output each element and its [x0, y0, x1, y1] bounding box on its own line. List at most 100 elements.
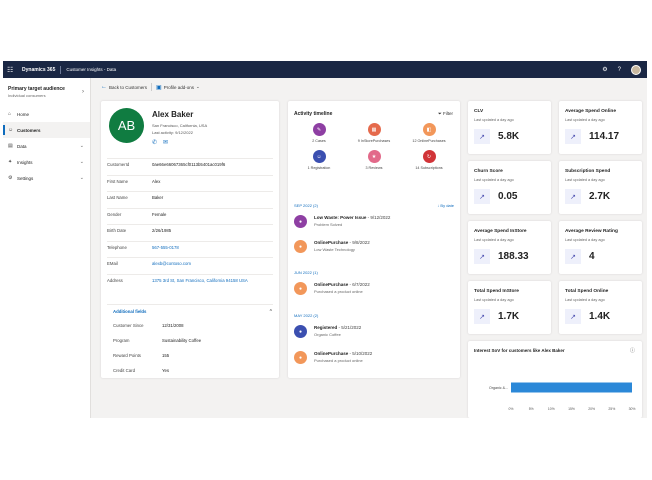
month-header[interactable]: MAY 2022 (2)	[294, 313, 454, 318]
customer-location: San Francisco, California, USA	[152, 123, 208, 128]
waffle-icon[interactable]: ☷	[7, 66, 19, 74]
activity-type-filter[interactable]: ↻ 14 Subscriptions	[402, 150, 456, 170]
activity-type-filter[interactable]: ★ 3 Reviews	[347, 150, 401, 170]
event-name: Low Waste: Power Issue	[314, 215, 367, 220]
kpi-card[interactable]: Average Spend Online Last updated a day a…	[559, 101, 642, 154]
sidebar-item-insights[interactable]: ✦ Insights ⌄	[3, 154, 90, 170]
activity-type-filter[interactable]: ✎ 2 Cases	[292, 123, 346, 143]
chart-title: Interest SoV for customers like Alex Bak…	[474, 348, 565, 353]
additional-field-row: Customer Since 12/31/2008	[107, 318, 273, 333]
field-value[interactable]: 567-555-0178	[152, 245, 273, 250]
activity-type-filter[interactable]: ◧ 12 OnlinePurchases	[402, 123, 456, 143]
activity-type-filter[interactable]: ☺ 1 Registration	[292, 150, 346, 170]
month-header[interactable]: JUN 2022 (1)	[294, 270, 454, 275]
sidebar-item-label: Home	[17, 111, 30, 117]
profile-addons-button[interactable]: ▣ Profile add-ons ⌄	[156, 84, 200, 91]
month-label: SEP 2022 (2)	[294, 203, 318, 208]
field-label: CustomerId	[107, 162, 130, 167]
timeline-title: Activity timeline	[294, 111, 333, 117]
additional-fields-toggle[interactable]: Additional fields ⌃	[107, 304, 273, 318]
top-bar: ☷ Dynamics 365 Customer Insights - Data …	[3, 61, 647, 78]
app-name: Customer Insights - Data	[66, 67, 117, 72]
back-arrow-icon: ←	[101, 84, 107, 90]
month-header[interactable]: SEP 2022 (2) ↓ By date	[294, 203, 454, 208]
timeline-event[interactable]: ● OnlinePurchase - 9/8/2022 Low Waste Tech…	[294, 240, 454, 253]
user-avatar[interactable]	[631, 64, 641, 75]
kpi-card[interactable]: Subscription Spend Last updated a day ago…	[559, 161, 642, 214]
sidebar-item-home[interactable]: ⌂ Home	[3, 106, 90, 122]
field-value: Baker	[152, 195, 164, 200]
field-value[interactable]: 1375 3rd St, San Francisco, California 9…	[152, 278, 273, 283]
sort-button[interactable]: ↓ By date	[437, 203, 454, 208]
kpi-title: Subscription Spend	[565, 169, 611, 174]
chevron-down-icon: ⌄	[79, 175, 84, 181]
event-subtitle: Purchased a product online	[314, 289, 363, 294]
chevron-up-icon: ⌃	[268, 308, 273, 315]
kpi-card[interactable]: Total Spend Online Last updated a day ago…	[559, 281, 642, 334]
mail-icon[interactable]: ✉	[163, 139, 168, 146]
star-icon: ★	[367, 150, 381, 163]
sidebar-item-customers[interactable]: ☺ Customers	[3, 122, 90, 138]
info-icon[interactable]: ⓘ	[630, 347, 635, 354]
kpi-updated: Last updated a day ago	[474, 238, 514, 242]
sidebar-item-settings[interactable]: ⚙ Settings ⌄	[3, 170, 90, 186]
kpi-updated: Last updated a day ago	[474, 298, 514, 302]
chevron-down-icon: ⌄	[79, 159, 84, 165]
month-label: JUN 2022 (1)	[294, 270, 318, 275]
settings-gear-icon[interactable]: ⚙	[602, 66, 607, 73]
timeline-event[interactable]: ● OnlinePurchase - 6/7/2022 Purchased a pr…	[294, 282, 454, 295]
event-icon: ●	[294, 282, 307, 295]
kpi-title: CLV	[474, 109, 484, 114]
field-row: Gender Female	[107, 207, 273, 225]
field-value: 2/26/1985	[152, 228, 172, 233]
trend-chart-icon: ↗	[565, 309, 581, 324]
event-name: OnlinePurchase	[314, 240, 349, 245]
activity-type-filter[interactable]: ▦ 9 InStorePurchases	[347, 123, 401, 143]
sort-label: By date	[440, 203, 454, 208]
audience-switcher[interactable]: Primary target audience Individual consu…	[3, 78, 90, 98]
lightbulb-icon: ✦	[8, 159, 13, 165]
field-label: First Name	[107, 178, 129, 184]
timeline-event[interactable]: ● Registered - 5/21/2022 Organic Coffee	[294, 325, 454, 338]
kpi-card[interactable]: Churn Score Last updated a day ago ↗ 0.05	[468, 161, 551, 214]
x-tick-label: 0%	[509, 407, 514, 411]
kpi-value: 114.17	[589, 131, 620, 142]
kpi-card[interactable]: Average Spend InStore Last updated a day …	[468, 221, 551, 274]
kpi-value: 4	[589, 251, 595, 262]
timeline-event[interactable]: ● Low Waste: Power Issue - 9/12/2022 Probl…	[294, 215, 454, 228]
event-name: OnlinePurchase	[314, 282, 349, 287]
chart-bar[interactable]	[511, 382, 632, 393]
sidebar-item-data[interactable]: ▤ Data ⌄	[3, 138, 90, 154]
event-title: OnlinePurchase - 5/10/2022	[314, 351, 372, 356]
back-button[interactable]: ← Back to Customers	[101, 84, 147, 90]
activity-type-label: 2 Cases	[312, 139, 326, 143]
brand-name[interactable]: Dynamics 365	[22, 67, 55, 73]
field-value[interactable]: alexb@contoso.com	[152, 261, 273, 266]
kpi-updated: Last updated a day ago	[565, 298, 605, 302]
event-subtitle: Organic Coffee	[314, 332, 341, 337]
audience-title: Primary target audience	[8, 86, 65, 92]
audience-subtitle: Individual consumers	[8, 93, 46, 98]
kpi-updated: Last updated a day ago	[474, 118, 514, 122]
event-date: - 5/10/2022	[349, 351, 373, 356]
timeline-event[interactable]: ● OnlinePurchase - 5/10/2022 Purchased a p…	[294, 351, 454, 364]
gear-icon: ⚙	[8, 175, 13, 181]
kpi-card[interactable]: Total Spend InStore Last updated a day ag…	[468, 281, 551, 334]
back-button-label: Back to Customers	[109, 84, 148, 90]
event-subtitle: Low Waste Technology	[314, 247, 355, 252]
field-label: Reward Points	[113, 353, 141, 358]
event-icon: ●	[294, 240, 307, 253]
kpi-card[interactable]: CLV Last updated a day ago ↗ 5.8K	[468, 101, 551, 154]
store-icon: ▦	[367, 123, 381, 136]
field-row: Address 1375 3rd St, San Francisco, Calif…	[107, 273, 273, 304]
kpi-card[interactable]: Average Review Rating Last updated a day …	[559, 221, 642, 274]
phone-icon[interactable]: ✆	[152, 139, 157, 146]
activity-type-label: 3 Reviews	[365, 166, 383, 170]
kpi-value: 5.8K	[498, 131, 520, 142]
help-icon[interactable]: ?	[618, 67, 621, 73]
filter-button[interactable]: ⏷ Filter	[438, 111, 453, 116]
field-row: CustomerId 0ae66e66067365cf0113b5401ac019…	[107, 158, 273, 175]
trend-chart-icon: ↗	[565, 249, 581, 264]
customer-name: Alex Baker	[152, 110, 194, 119]
field-label: Credit Card	[113, 368, 135, 373]
